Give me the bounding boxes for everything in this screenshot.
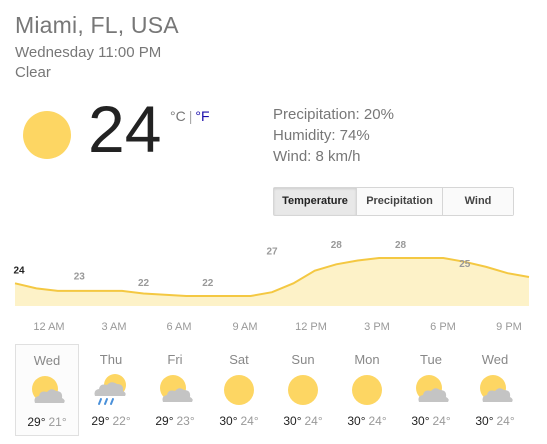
datetime: Wednesday 11:00 PM bbox=[15, 44, 162, 61]
day-temps: 30° 24° bbox=[207, 414, 271, 428]
partly-cloudy-icon bbox=[416, 375, 449, 402]
high-temp: 29° bbox=[27, 415, 46, 429]
unit-toggle: °C | °F bbox=[170, 108, 210, 124]
forecast-day-7[interactable]: Wed 30° 24° bbox=[463, 344, 527, 436]
forecast-day-1[interactable]: Thu 29° 22° bbox=[79, 344, 143, 436]
sun-icon bbox=[23, 111, 71, 159]
chart-value-label: 22 bbox=[202, 278, 214, 289]
forecast-day-5[interactable]: Mon 30° 24° bbox=[335, 344, 399, 436]
partly-cloudy-icon bbox=[32, 376, 65, 403]
chart-value-label: 28 bbox=[395, 240, 407, 251]
low-temp: 24° bbox=[496, 414, 515, 428]
tab-temperature[interactable]: Temperature bbox=[274, 188, 357, 215]
temperature-chart: 24 23 22 22 27 28 28 25 12 AM 3 AM 6 AM 9 AM 12 PM 3 … bbox=[13, 240, 530, 333]
partly-cloudy-icon bbox=[480, 375, 513, 402]
day-name: Mon bbox=[354, 352, 380, 367]
day-name: Sat bbox=[229, 352, 249, 367]
condition: Clear bbox=[15, 64, 51, 81]
tab-precipitation[interactable]: Precipitation bbox=[357, 188, 443, 215]
wind-detail: Wind: 8 km/h bbox=[273, 148, 361, 165]
forecast-day-4[interactable]: Sun 30° 24° bbox=[271, 344, 335, 436]
high-temp: 30° bbox=[283, 414, 302, 428]
forecast-day-0[interactable]: Wed 29° 21° bbox=[15, 344, 79, 436]
chart-value-label: 22 bbox=[138, 278, 150, 289]
time-axis-label: 6 PM bbox=[430, 321, 456, 333]
low-temp: 24° bbox=[432, 414, 451, 428]
unit-fahrenheit[interactable]: °F bbox=[195, 108, 209, 124]
day-name: Wed bbox=[33, 353, 61, 368]
chart-value-label: 25 bbox=[459, 259, 471, 270]
high-temp: 30° bbox=[219, 414, 238, 428]
humidity-detail: Humidity: 74% bbox=[273, 127, 370, 144]
time-axis-label: 9 PM bbox=[496, 321, 522, 333]
high-temp: 30° bbox=[347, 414, 366, 428]
day-temps: 29° 22° bbox=[79, 414, 143, 428]
forecast-day-2[interactable]: Fri 29° 23° bbox=[143, 344, 207, 436]
day-temps: 29° 21° bbox=[16, 415, 78, 429]
low-temp: 24° bbox=[304, 414, 323, 428]
time-axis-label: 3 PM bbox=[364, 321, 390, 333]
unit-celsius[interactable]: °C bbox=[170, 108, 186, 124]
day-temps: 30° 24° bbox=[399, 414, 463, 428]
high-temp: 30° bbox=[475, 414, 494, 428]
day-name: Thu bbox=[99, 352, 123, 367]
chart-value-label: 28 bbox=[331, 240, 343, 251]
chart-value-label: 27 bbox=[266, 246, 278, 257]
day-name: Sun bbox=[291, 352, 315, 367]
current-temperature: 24 bbox=[88, 92, 162, 166]
sun-icon bbox=[224, 375, 254, 405]
high-temp: 30° bbox=[411, 414, 430, 428]
temperature-area bbox=[15, 258, 529, 306]
day-name: Tue bbox=[420, 352, 442, 367]
time-axis-label: 12 PM bbox=[295, 321, 327, 333]
chart-tabs: Temperature Precipitation Wind bbox=[273, 187, 514, 216]
low-temp: 21° bbox=[48, 415, 67, 429]
chart-value-label: 23 bbox=[74, 272, 86, 283]
low-temp: 24° bbox=[368, 414, 387, 428]
time-axis-label: 6 AM bbox=[166, 321, 191, 333]
forecast-day-6[interactable]: Tue 30° 24° bbox=[399, 344, 463, 436]
rain-icon bbox=[94, 374, 126, 405]
day-name: Fri bbox=[167, 352, 183, 367]
sun-icon bbox=[352, 375, 382, 405]
unit-separator: | bbox=[188, 108, 193, 124]
location-title: Miami, FL, USA bbox=[15, 12, 179, 38]
day-temps: 30° 24° bbox=[271, 414, 335, 428]
precipitation-detail: Precipitation: 20% bbox=[273, 106, 394, 123]
high-temp: 29° bbox=[155, 414, 174, 428]
high-temp: 29° bbox=[91, 414, 110, 428]
day-temps: 30° 24° bbox=[335, 414, 399, 428]
low-temp: 22° bbox=[112, 414, 131, 428]
chart-value-label: 24 bbox=[13, 265, 25, 276]
time-axis-label: 9 AM bbox=[232, 321, 257, 333]
sun-icon bbox=[288, 375, 318, 405]
time-axis-label: 12 AM bbox=[33, 321, 64, 333]
weather-details: Precipitation: 20% Humidity: 74% Wind: 8… bbox=[273, 104, 394, 167]
day-temps: 29° 23° bbox=[143, 414, 207, 428]
low-temp: 23° bbox=[176, 414, 195, 428]
forecast-day-3[interactable]: Sat 30° 24° bbox=[207, 344, 271, 436]
low-temp: 24° bbox=[240, 414, 259, 428]
day-temps: 30° 24° bbox=[463, 414, 527, 428]
tab-wind[interactable]: Wind bbox=[443, 188, 513, 215]
time-axis-label: 3 AM bbox=[101, 321, 126, 333]
partly-cloudy-icon bbox=[160, 375, 193, 402]
day-name: Wed bbox=[481, 352, 509, 367]
daily-forecast: Wed 29° 21° Thu 29° 22° Fri 29° 23° Sat 30° 24° Sun 3… bbox=[15, 344, 527, 436]
